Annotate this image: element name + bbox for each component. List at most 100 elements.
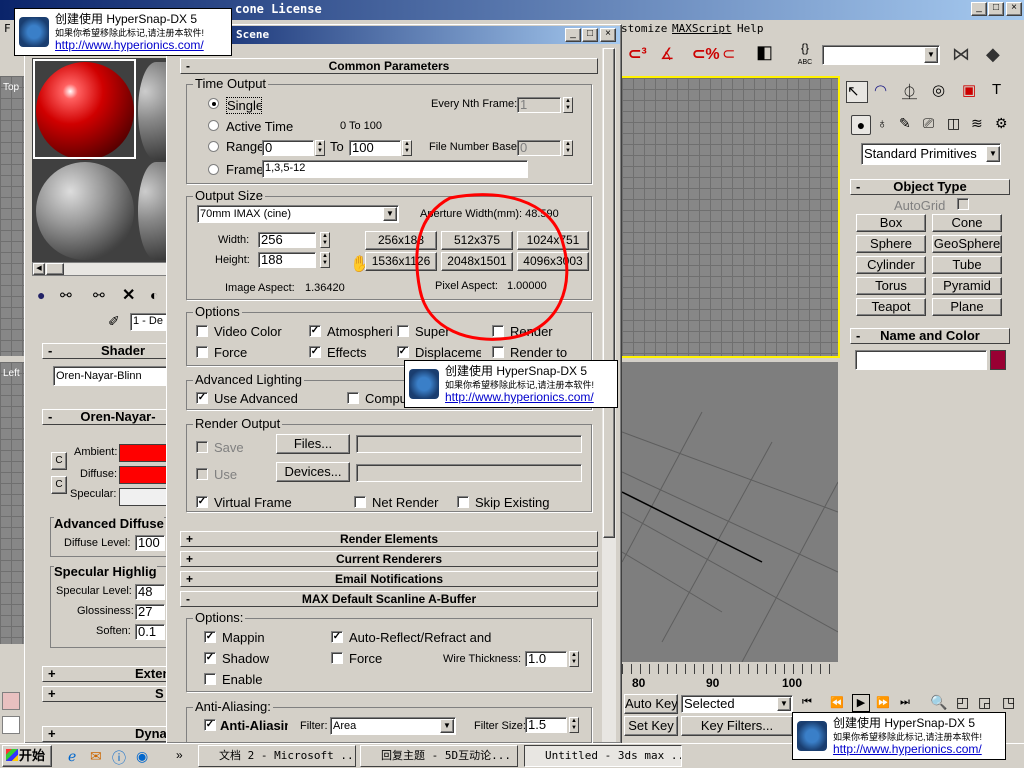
menu-help[interactable]: Help (737, 22, 764, 35)
primitive-button-plane[interactable]: Plane (932, 298, 1002, 316)
range-from-field[interactable]: 0 (262, 140, 314, 156)
viewport-left[interactable] (0, 362, 24, 644)
taskbar-button-2[interactable]: Untitled - 3ds max ... (524, 745, 682, 767)
width-field[interactable]: 256 (258, 232, 316, 248)
material-slot-3[interactable] (36, 162, 134, 260)
named-selection-icon[interactable]: ◧ (756, 42, 782, 68)
scroll-left-button[interactable]: ◀ (33, 263, 45, 275)
object-name-field[interactable] (855, 350, 987, 370)
named-selection-dropdown[interactable] (822, 45, 940, 65)
pick-material-icon[interactable]: ✐ (108, 313, 120, 330)
diffuse-level-field[interactable]: 100 (135, 535, 165, 551)
quick-launch-ie-icon[interactable]: ℯ (68, 748, 76, 765)
primitive-button-cylinder[interactable]: Cylinder (856, 256, 926, 274)
range-from-spinner[interactable]: ▲ ▼ (315, 140, 325, 156)
displacement-checkbox[interactable]: ✓ (397, 346, 409, 358)
enable-ssampling-checkbox[interactable] (204, 673, 216, 685)
lock-specular-button[interactable]: C (51, 476, 67, 494)
edit-named-selection-icon[interactable]: {} ABC (792, 42, 818, 70)
devices-button[interactable]: Devices... (276, 462, 350, 482)
mapping-checkbox[interactable]: ✓ (204, 631, 216, 643)
output-preset-arrow[interactable]: ▼ (383, 207, 397, 221)
save-file-checkbox[interactable] (196, 441, 208, 453)
primitive-button-teapot[interactable]: Teapot (856, 298, 926, 316)
menu-maxscript[interactable]: MAXScript (672, 22, 732, 35)
height-field[interactable]: 188 (258, 252, 316, 268)
lock-ambient-button[interactable]: C (51, 452, 67, 470)
effects-checkbox[interactable]: ✓ (309, 346, 321, 358)
quick-launch-desktop-icon[interactable]: ⓘ (112, 748, 126, 768)
systems-icon[interactable]: ⚙ (995, 115, 1015, 135)
render-elements-rollout[interactable]: + Render Elements (180, 531, 598, 547)
file-number-base-field[interactable]: 0 (517, 140, 561, 156)
video-color-checkbox[interactable] (196, 325, 208, 337)
use-device-checkbox[interactable] (196, 468, 208, 480)
object-type-rollout[interactable]: - Object Type (850, 179, 1010, 195)
zoom-icon[interactable]: 🔍 (930, 694, 947, 711)
utilities-tab-icon[interactable]: T (992, 81, 1014, 103)
mirror-icon[interactable]: ⋈ (952, 44, 978, 68)
scroll-thumb[interactable] (46, 263, 64, 275)
viewport-top-label[interactable]: Top (3, 82, 19, 93)
glossiness-field[interactable]: 27 (135, 604, 165, 620)
category-dropdown-arrow[interactable]: ▼ (986, 146, 1000, 162)
shader-type-dropdown[interactable]: Oren-Nayar-Blinn (53, 366, 174, 386)
dynamics-rollout[interactable]: + Dyna (42, 726, 174, 742)
set-key-button[interactable]: Set Key (624, 716, 678, 736)
watermark-url[interactable]: http://www.hyperionics.com/ (833, 742, 982, 756)
shadow-checkbox[interactable]: ✓ (204, 652, 216, 664)
key-filters-button[interactable]: Key Filters... (681, 716, 793, 736)
quick-launch-chevron[interactable]: » (176, 748, 183, 762)
devices-field[interactable] (356, 464, 582, 482)
helpers-icon[interactable]: ◫ (947, 115, 967, 135)
viewport-left-label[interactable]: Left (3, 368, 20, 379)
hierarchy-tab-icon[interactable]: ⏂ (902, 81, 924, 103)
modify-tab-icon[interactable]: ◠ (874, 81, 896, 103)
every-nth-spinner[interactable]: ▲ ▼ (563, 97, 573, 113)
spinner-snap-icon[interactable]: ⊂ (722, 44, 748, 68)
get-material-icon[interactable]: ● (37, 287, 45, 303)
play-icon[interactable]: ▶ (852, 694, 870, 712)
object-color-swatch[interactable] (990, 350, 1006, 370)
compute-lighting-checkbox[interactable] (347, 392, 359, 404)
wire-thickness-spinner[interactable]: ▲ ▼ (569, 651, 579, 667)
frames-radio[interactable] (208, 164, 219, 175)
render-maximize-button[interactable]: □ (582, 28, 598, 42)
quick-launch-media-icon[interactable]: ◉ (136, 748, 148, 765)
primitive-button-tube[interactable]: Tube (932, 256, 1002, 274)
scanline-rollout[interactable]: - MAX Default Scanline A-Buffer (180, 591, 598, 607)
range-to-spinner[interactable]: ▲ ▼ (402, 140, 412, 156)
anti-aliasing-checkbox[interactable]: ✓ (204, 719, 216, 731)
specular-level-field[interactable]: 48 (135, 584, 165, 600)
main-close-button[interactable]: × (1006, 2, 1022, 16)
width-spinner[interactable]: ▲ ▼ (320, 232, 330, 248)
primitive-button-pyramid[interactable]: Pyramid (932, 277, 1002, 295)
viewport-perspective[interactable] (622, 362, 838, 662)
file-number-base-spinner[interactable]: ▲ ▼ (563, 140, 573, 156)
menu-customize[interactable]: stomize (621, 22, 667, 35)
range-to-field[interactable]: 100 (349, 140, 401, 156)
menu-file[interactable]: F (4, 22, 11, 35)
quick-launch-outlook-icon[interactable]: ✉ (90, 748, 102, 765)
assign-material-icon[interactable]: ⚯ (93, 287, 105, 304)
watermark-url[interactable]: http://www.hyperionics.com/ (55, 38, 204, 52)
primitive-button-cone[interactable]: Cone (932, 214, 1002, 232)
geometry-icon[interactable]: ● (851, 115, 871, 135)
wire-thickness-field[interactable]: 1.0 (525, 651, 567, 667)
display-tab-icon[interactable]: ▣ (962, 81, 984, 103)
frames-field[interactable]: 1,3,5-12 (262, 160, 528, 178)
height-spinner[interactable]: ▲ ▼ (320, 252, 330, 268)
align-icon[interactable]: ◆ (986, 44, 1012, 68)
reset-material-icon[interactable]: ✕ (122, 285, 135, 305)
output-preset-dropdown[interactable]: 70mm IMAX (cine) (197, 205, 399, 223)
main-maximize-button[interactable]: □ (988, 2, 1004, 16)
watermark-url[interactable]: http://www.hyperionics.com/ (445, 390, 594, 404)
go-to-end-icon[interactable]: ⏭ (900, 696, 910, 709)
main-minimize-button[interactable]: _ (971, 2, 987, 16)
filter-dropdown-arrow[interactable]: ▼ (440, 719, 454, 733)
cameras-icon[interactable]: ⎚ (923, 115, 943, 135)
every-nth-field[interactable]: 1 (517, 97, 561, 113)
create-tab-icon[interactable]: ↖ (846, 81, 868, 103)
auto-key-button[interactable]: Auto Key (624, 694, 678, 714)
auto-reflect-checkbox[interactable]: ✓ (331, 631, 343, 643)
